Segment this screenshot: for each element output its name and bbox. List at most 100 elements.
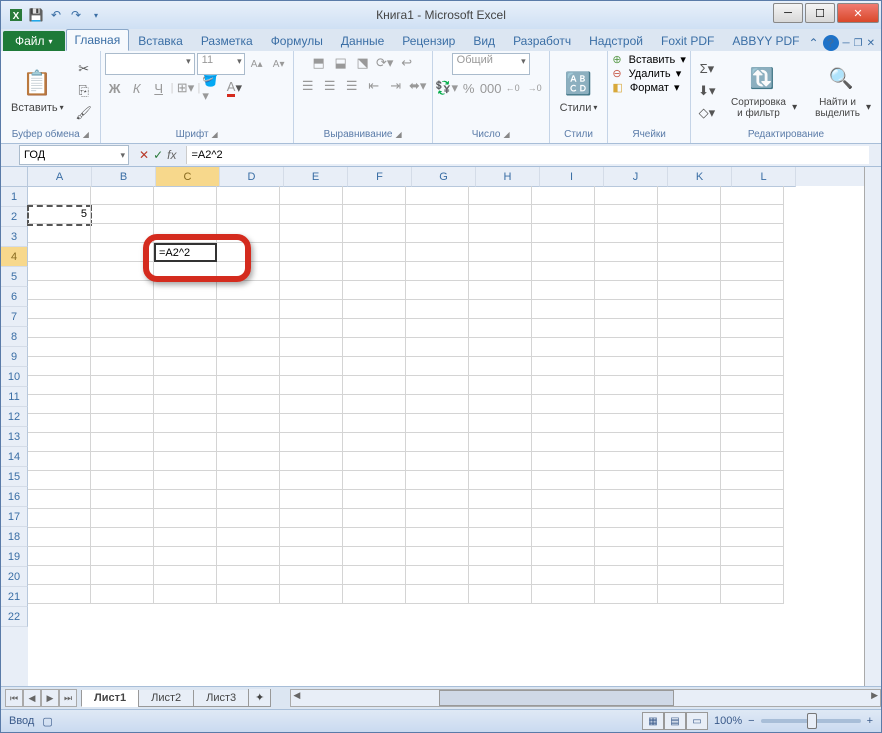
cell-H5[interactable] [469,262,532,281]
increase-font-icon[interactable]: A▴ [247,54,267,74]
cell-A10[interactable] [28,357,91,376]
cell-H1[interactable] [469,186,532,205]
align-right-icon[interactable]: ☰ [342,76,362,96]
decrease-font-icon[interactable]: A▾ [269,54,289,74]
column-header-L[interactable]: L [732,167,796,187]
row-header-1[interactable]: 1 [1,187,28,207]
cell-L20[interactable] [721,547,784,566]
align-top-icon[interactable]: ⬒ [309,53,329,73]
tab-insert[interactable]: Вставка [129,30,192,51]
cell-G11[interactable] [406,376,469,395]
cell-A11[interactable] [28,376,91,395]
row-header-2[interactable]: 2 [1,207,28,227]
cell-L17[interactable] [721,490,784,509]
cell-L9[interactable] [721,338,784,357]
cell-F3[interactable] [343,224,406,243]
cell-C6[interactable] [154,281,217,300]
row-header-18[interactable]: 18 [1,527,28,547]
format-cells-button[interactable]: ◧ Формат ▾ [612,81,679,94]
vertical-scrollbar[interactable] [864,167,881,686]
cell-G12[interactable] [406,395,469,414]
cell-L2[interactable] [721,205,784,224]
cell-D14[interactable] [217,433,280,452]
align-middle-icon[interactable]: ⬓ [331,53,351,73]
cell-K17[interactable] [658,490,721,509]
cell-K11[interactable] [658,376,721,395]
cell-H10[interactable] [469,357,532,376]
cell-A8[interactable] [28,319,91,338]
column-header-J[interactable]: J [604,167,668,187]
cell-D13[interactable] [217,414,280,433]
cell-E1[interactable] [280,186,343,205]
enter-formula-icon[interactable]: ✓ [153,148,163,162]
tab-layout[interactable]: Разметка [192,30,262,51]
cell-I8[interactable] [532,319,595,338]
cell-A22[interactable] [28,585,91,604]
cell-H14[interactable] [469,433,532,452]
cell-J10[interactable] [595,357,658,376]
cell-A16[interactable] [28,471,91,490]
delete-cells-button[interactable]: ⊖ Удалить ▾ [612,67,681,80]
cell-E9[interactable] [280,338,343,357]
cell-H20[interactable] [469,547,532,566]
cell-A1[interactable] [28,186,91,205]
cell-G17[interactable] [406,490,469,509]
cell-J3[interactable] [595,224,658,243]
cell-K12[interactable] [658,395,721,414]
tab-addins[interactable]: Надстрой [580,30,652,51]
cell-F10[interactable] [343,357,406,376]
cell-H11[interactable] [469,376,532,395]
cell-H8[interactable] [469,319,532,338]
cell-I4[interactable] [532,243,595,262]
cell-I3[interactable] [532,224,595,243]
row-header-20[interactable]: 20 [1,567,28,587]
font-color-icon[interactable]: A▾ [224,78,244,98]
cell-I15[interactable] [532,452,595,471]
fill-color-icon[interactable]: 🪣▾ [202,78,222,98]
font-dialog-icon[interactable]: ◢ [212,130,218,139]
number-format-select[interactable]: Общий [452,53,530,75]
italic-icon[interactable]: К [127,78,147,98]
cell-K1[interactable] [658,186,721,205]
cell-H19[interactable] [469,528,532,547]
name-box[interactable]: ГОД [19,145,129,165]
cell-B4[interactable] [91,243,154,262]
zoom-out-icon[interactable]: − [748,715,754,727]
cell-D22[interactable] [217,585,280,604]
cell-A20[interactable] [28,547,91,566]
tab-file[interactable]: Файл▾ [3,31,65,51]
cell-I17[interactable] [532,490,595,509]
cell-L7[interactable] [721,300,784,319]
row-header-9[interactable]: 9 [1,347,28,367]
macro-record-icon[interactable]: ▢ [42,715,52,728]
zoom-in-icon[interactable]: + [867,715,873,727]
cell-J9[interactable] [595,338,658,357]
cell-E6[interactable] [280,281,343,300]
cells-area[interactable]: 5=A2^2 [28,186,864,686]
cell-G14[interactable] [406,433,469,452]
cell-B19[interactable] [91,528,154,547]
cell-J11[interactable] [595,376,658,395]
cell-B6[interactable] [91,281,154,300]
cell-F21[interactable] [343,566,406,585]
cell-B15[interactable] [91,452,154,471]
number-dialog-icon[interactable]: ◢ [503,130,509,139]
decrease-indent-icon[interactable]: ⇤ [364,76,384,96]
cell-G19[interactable] [406,528,469,547]
styles-button[interactable]: 🔠 Стили▾ [554,66,604,116]
help-icon[interactable]: ? [823,35,839,51]
cell-L8[interactable] [721,319,784,338]
cell-I16[interactable] [532,471,595,490]
row-header-3[interactable]: 3 [1,227,28,247]
cell-F1[interactable] [343,186,406,205]
cell-D12[interactable] [217,395,280,414]
close-button[interactable]: ✕ [837,3,879,23]
cell-K2[interactable] [658,205,721,224]
cell-E15[interactable] [280,452,343,471]
column-header-A[interactable]: A [28,167,92,187]
cell-B22[interactable] [91,585,154,604]
cell-A15[interactable] [28,452,91,471]
cell-H16[interactable] [469,471,532,490]
underline-icon[interactable]: Ч [149,78,169,98]
tab-nav-prev-icon[interactable]: ◀ [23,689,41,707]
